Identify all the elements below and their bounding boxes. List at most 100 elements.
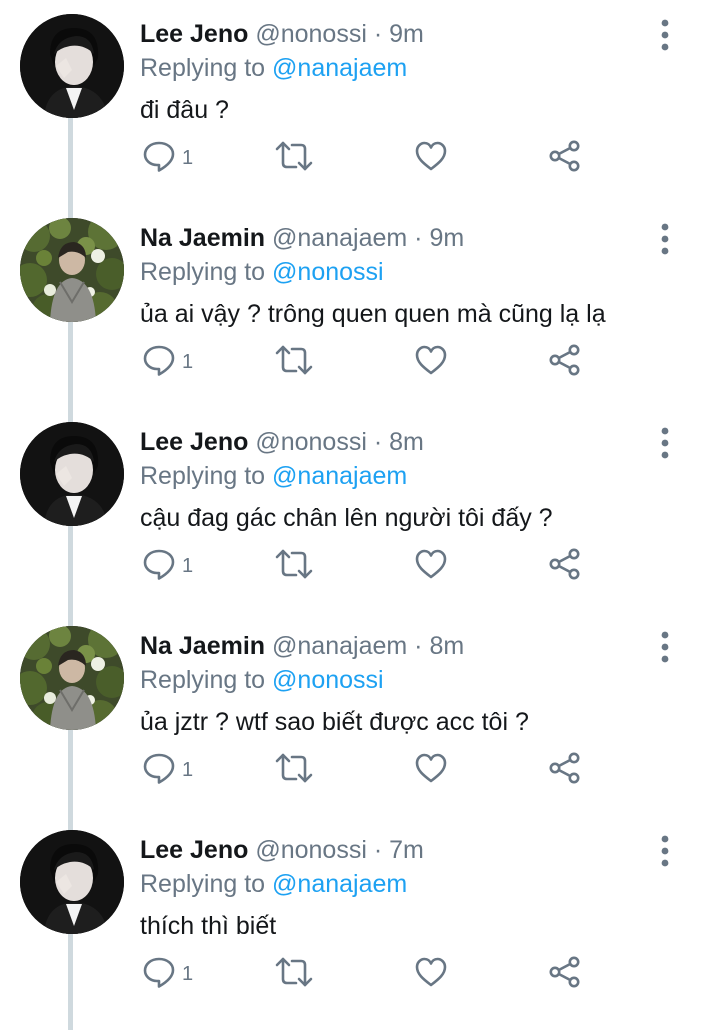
heart-icon <box>414 547 448 586</box>
user-handle[interactable]: @nonossi <box>255 20 367 48</box>
tweet-actions: 1 <box>140 344 600 384</box>
timestamp[interactable]: 9m <box>389 20 424 48</box>
share-button[interactable] <box>548 752 582 788</box>
reply-count: 1 <box>182 146 194 169</box>
replying-to-handle[interactable]: @nonossi <box>272 666 384 694</box>
retweet-button[interactable] <box>274 956 314 992</box>
replying-to-handle[interactable]: @nonossi <box>272 258 384 286</box>
display-name[interactable]: Na Jaemin <box>140 224 265 252</box>
more-vertical-icon[interactable] <box>652 834 678 868</box>
display-name[interactable]: Na Jaemin <box>140 632 265 660</box>
tweet-actions: 1 <box>140 956 600 996</box>
share-button[interactable] <box>548 548 582 584</box>
share-button[interactable] <box>548 344 582 380</box>
reply-button[interactable]: 1 <box>142 344 193 380</box>
tweet-4[interactable]: Na Jaemin @nanajaem · 8m Replying to @no… <box>0 612 719 816</box>
user-handle[interactable]: @nonossi <box>255 428 367 456</box>
separator-dot: · <box>373 428 383 456</box>
replying-to-label: Replying to <box>140 54 266 82</box>
avatar[interactable] <box>20 830 124 934</box>
heart-icon <box>414 139 448 178</box>
retweet-button[interactable] <box>274 548 314 584</box>
user-handle[interactable]: @nanajaem <box>272 632 407 660</box>
like-button[interactable] <box>414 752 448 788</box>
tweet-header: Lee Jeno @nonossi · 7m <box>140 834 424 866</box>
avatar[interactable] <box>20 14 124 118</box>
more-vertical-icon[interactable] <box>652 222 678 256</box>
reply-button[interactable]: 1 <box>142 140 193 176</box>
comment-bubble-icon <box>142 139 176 178</box>
replying-to: Replying to @nanajaem <box>140 460 407 492</box>
reply-button[interactable]: 1 <box>142 956 193 992</box>
share-button[interactable] <box>548 140 582 176</box>
more-vertical-icon[interactable] <box>652 18 678 52</box>
separator-dot: · <box>414 632 423 660</box>
tweet-3[interactable]: Lee Jeno @nonossi · 8m Replying to @nana… <box>0 408 719 612</box>
avatar[interactable] <box>20 626 124 730</box>
reply-count: 1 <box>182 758 194 781</box>
display-name[interactable]: Lee Jeno <box>140 20 248 48</box>
separator-dot: · <box>373 20 383 48</box>
comment-bubble-icon <box>142 955 176 994</box>
replying-to-handle[interactable]: @nanajaem <box>272 462 407 490</box>
tweet-header: Lee Jeno @nonossi · 8m <box>140 426 424 458</box>
replying-to-label: Replying to <box>140 870 266 898</box>
avatar[interactable] <box>20 422 124 526</box>
reply-count: 1 <box>182 350 194 373</box>
retweet-icon <box>274 139 314 178</box>
reply-count: 1 <box>182 962 194 985</box>
tweet-text: ủa jztr ? wtf sao biết được acc tôi ? <box>140 708 529 736</box>
comment-bubble-icon <box>142 343 176 382</box>
replying-to-label: Replying to <box>140 462 266 490</box>
like-button[interactable] <box>414 956 448 992</box>
heart-icon <box>414 343 448 382</box>
replying-to-handle[interactable]: @nanajaem <box>272 54 407 82</box>
tweet-5[interactable]: Lee Jeno @nonossi · 7m Replying to @nana… <box>0 816 719 1020</box>
reply-button[interactable]: 1 <box>142 752 193 788</box>
like-button[interactable] <box>414 140 448 176</box>
timestamp[interactable]: 7m <box>389 836 424 864</box>
timestamp[interactable]: 8m <box>389 428 424 456</box>
replying-to-handle[interactable]: @nanajaem <box>272 870 407 898</box>
share-button[interactable] <box>548 956 582 992</box>
share-icon <box>548 343 582 382</box>
tweet-actions: 1 <box>140 752 600 792</box>
retweet-icon <box>274 547 314 586</box>
share-icon <box>548 547 582 586</box>
tweet-2[interactable]: Na Jaemin @nanajaem · 9m Replying to @no… <box>0 204 719 408</box>
user-handle[interactable]: @nanajaem <box>272 224 407 252</box>
more-vertical-icon[interactable] <box>652 630 678 664</box>
tweet-actions: 1 <box>140 548 600 588</box>
retweet-icon <box>274 751 314 790</box>
user-handle[interactable]: @nonossi <box>255 836 367 864</box>
retweet-icon <box>274 343 314 382</box>
tweet-1[interactable]: Lee Jeno @nonossi · 9m Replying to @nana… <box>0 0 719 204</box>
separator-dot: · <box>373 836 383 864</box>
reply-button[interactable]: 1 <box>142 548 193 584</box>
retweet-button[interactable] <box>274 344 314 380</box>
tweet-actions: 1 <box>140 140 600 180</box>
replying-to: Replying to @nonossi <box>140 256 384 288</box>
tweet-text: cậu đag gác chân lên người tôi đấy ? <box>140 504 553 532</box>
tweet-header: Na Jaemin @nanajaem · 8m <box>140 630 464 662</box>
timestamp[interactable]: 9m <box>429 224 464 252</box>
retweet-button[interactable] <box>274 752 314 788</box>
display-name[interactable]: Lee Jeno <box>140 836 248 864</box>
separator-dot: · <box>414 224 423 252</box>
timestamp[interactable]: 8m <box>429 632 464 660</box>
comment-bubble-icon <box>142 547 176 586</box>
tweet-text: đi đâu ? <box>140 96 229 124</box>
more-vertical-icon[interactable] <box>652 426 678 460</box>
replying-to: Replying to @nonossi <box>140 664 384 696</box>
share-icon <box>548 139 582 178</box>
share-icon <box>548 955 582 994</box>
avatar[interactable] <box>20 218 124 322</box>
retweet-icon <box>274 955 314 994</box>
display-name[interactable]: Lee Jeno <box>140 428 248 456</box>
retweet-button[interactable] <box>274 140 314 176</box>
like-button[interactable] <box>414 548 448 584</box>
reply-count: 1 <box>182 554 194 577</box>
replying-to: Replying to @nanajaem <box>140 868 407 900</box>
replying-to: Replying to @nanajaem <box>140 52 407 84</box>
like-button[interactable] <box>414 344 448 380</box>
